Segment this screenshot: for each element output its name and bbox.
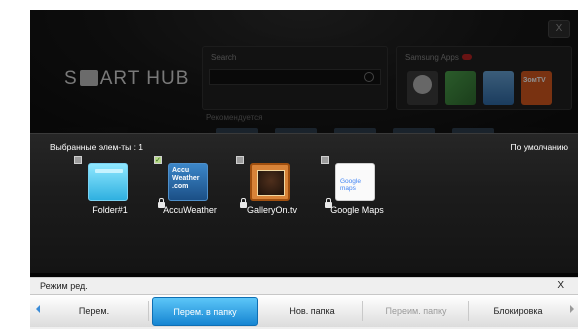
edit-mode-bar: Режим ред. X Перем. Перем. в папку Нов. …	[30, 277, 578, 329]
search-icon	[364, 72, 374, 82]
logo-prefix: S	[64, 68, 78, 89]
new-badge-icon	[461, 54, 472, 60]
header-close-button[interactable]: X	[548, 20, 570, 38]
selected-count-label: Выбранные элем-ты : 1	[50, 142, 144, 152]
gallery-icon	[250, 163, 290, 201]
samsung-apps-title-text: Samsung Apps	[405, 53, 459, 62]
edit-actions-row: Перем. Перем. в папку Нов. папка Переим.…	[30, 294, 578, 327]
items-panel: Выбранные элем-ты : 1 По умолчанию Folde…	[30, 133, 578, 273]
item-label: Google Maps	[330, 205, 384, 215]
item-label: AccuWeather	[163, 205, 217, 215]
accuweather-icon-text: Accu Weather .com	[172, 167, 200, 190]
samsung-apps-title: Samsung Apps	[405, 53, 472, 62]
logo-suffix: ART HUB	[99, 68, 190, 89]
samsung-apps-panel[interactable]: Samsung Apps ЗомTV	[396, 46, 572, 110]
app-tile-4[interactable]: ЗомTV	[521, 71, 552, 105]
search-input[interactable]	[209, 69, 381, 85]
disc-icon	[413, 75, 432, 94]
smart-hub-screen: X S ART HUB Search Samsung Apps ЗомTV Рек…	[30, 10, 578, 329]
folder-icon	[88, 163, 128, 201]
smart-hub-logo: S ART HUB	[64, 68, 189, 90]
logo-m-icon	[79, 70, 98, 86]
tab-divider	[148, 301, 149, 321]
recommended-title: Рекомендуется	[206, 113, 263, 122]
default-sort-label[interactable]: По умолчанию	[511, 142, 568, 152]
tab-divider	[362, 301, 363, 321]
app-tile-1[interactable]	[407, 71, 438, 105]
scroll-right-icon[interactable]	[570, 305, 574, 313]
item-checkbox[interactable]	[74, 156, 82, 164]
item-label: GalleryOn.tv	[246, 205, 297, 215]
rename-folder-button[interactable]: Переим. папку	[366, 297, 466, 326]
search-panel-title: Search	[211, 53, 237, 62]
item-galleryon[interactable]: GalleryOn.tv	[230, 156, 314, 216]
item-accuweather[interactable]: ✓ Accu Weather .com AccuWeather	[148, 156, 232, 216]
app-tile-4-label: ЗомTV	[523, 77, 546, 84]
google-maps-icon-text: Google maps	[340, 178, 361, 192]
search-panel[interactable]: Search	[202, 46, 388, 110]
lock-button[interactable]: Блокировка	[472, 297, 564, 326]
tab-divider	[468, 301, 469, 321]
app-tile-2[interactable]	[445, 71, 476, 105]
recommended-strip	[216, 124, 516, 137]
smart-hub-header: X S ART HUB Search Samsung Apps ЗомTV Рек…	[30, 10, 578, 137]
move-to-folder-button[interactable]: Перем. в папку	[152, 297, 258, 326]
edit-mode-label: Режим ред.	[40, 281, 88, 291]
item-folder-1[interactable]: Folder#1	[68, 156, 152, 216]
item-google-maps[interactable]: Google maps Google Maps	[315, 156, 399, 216]
item-label: Folder#1	[92, 205, 128, 215]
item-checkbox[interactable]	[236, 156, 244, 164]
move-button[interactable]: Перем.	[44, 297, 144, 326]
item-checkbox-checked[interactable]: ✓	[154, 156, 162, 164]
edit-mode-close-button[interactable]: X	[557, 280, 564, 291]
new-folder-button[interactable]: Нов. папка	[262, 297, 362, 326]
app-tile-3[interactable]	[483, 71, 514, 105]
item-checkbox[interactable]	[321, 156, 329, 164]
accuweather-icon: Accu Weather .com	[168, 163, 208, 201]
google-maps-icon: Google maps	[335, 163, 375, 201]
scroll-left-icon[interactable]	[36, 305, 40, 313]
